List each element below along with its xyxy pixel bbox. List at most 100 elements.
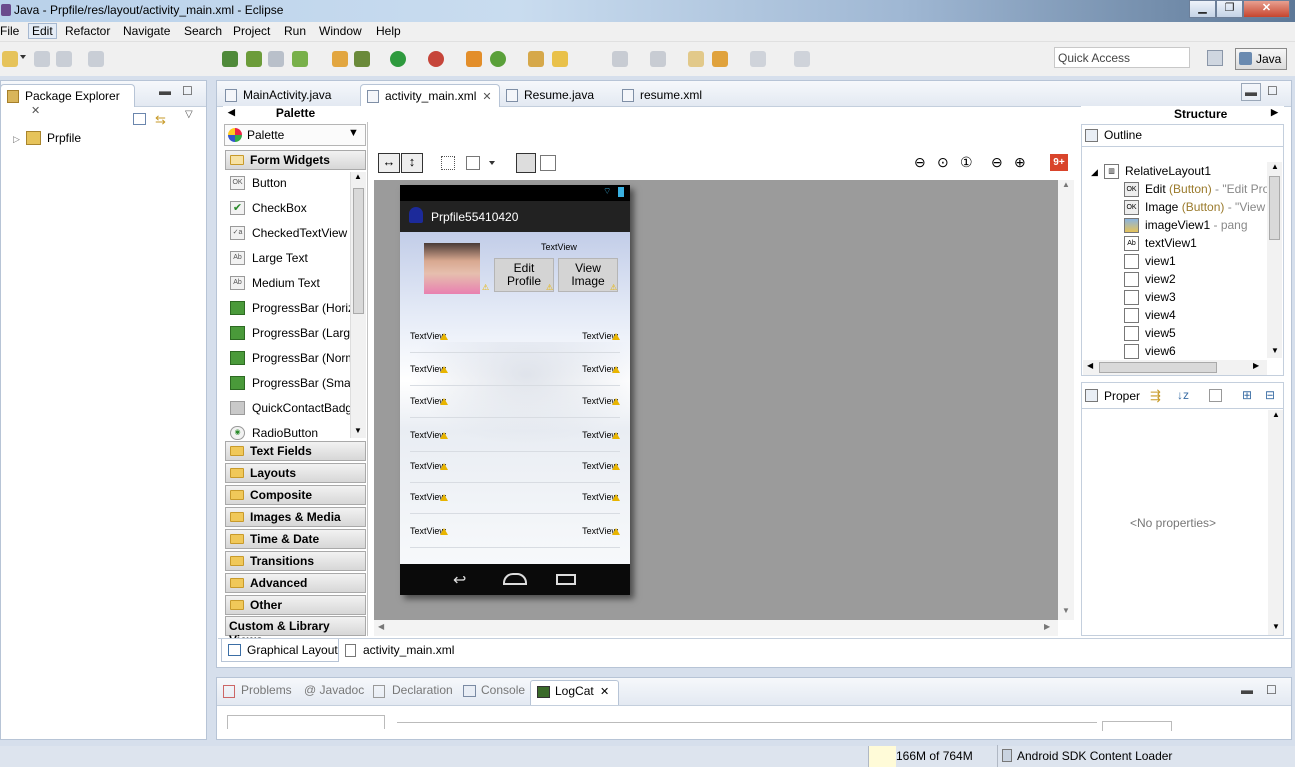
toggle-gravity-icon[interactable] bbox=[516, 153, 536, 173]
minimize-button[interactable]: ▁ bbox=[1189, 0, 1216, 18]
home-nav-icon[interactable] bbox=[503, 573, 527, 585]
scroll-right-icon[interactable]: ▶ bbox=[1044, 622, 1050, 631]
run-icon[interactable] bbox=[390, 51, 406, 67]
outline-scroll-thumb[interactable] bbox=[1269, 176, 1280, 240]
back-icon[interactable] bbox=[712, 51, 728, 67]
menu-refactor[interactable]: Refactor bbox=[65, 24, 110, 38]
save-all-icon[interactable] bbox=[56, 51, 72, 67]
outline-hscroll-thumb[interactable] bbox=[1099, 362, 1217, 373]
tab-resume-xml[interactable]: resume.xml bbox=[616, 84, 726, 107]
collapse-structure-icon[interactable]: ▶ bbox=[1271, 107, 1278, 118]
scroll-up-icon[interactable]: ▲ bbox=[1062, 180, 1070, 189]
menu-file[interactable]: File bbox=[0, 24, 19, 38]
menu-window[interactable]: Window bbox=[319, 24, 362, 38]
heap-status[interactable]: 166M of 764M bbox=[896, 749, 973, 763]
recents-nav-icon[interactable] bbox=[556, 574, 576, 585]
category-advanced[interactable]: Advanced bbox=[225, 573, 366, 593]
tab-logcat[interactable]: LogCat ✕ bbox=[530, 680, 619, 705]
menu-edit[interactable]: Edit bbox=[28, 23, 57, 39]
pin-editor-icon[interactable] bbox=[794, 51, 810, 67]
tab-xml-source[interactable]: activity_main.xml bbox=[341, 639, 459, 662]
fit-height-icon[interactable]: ↕ bbox=[401, 153, 423, 173]
android-sdk-icon[interactable] bbox=[222, 51, 238, 67]
close-tab-icon[interactable]: ✕ bbox=[600, 685, 609, 698]
category-images-media[interactable]: Images & Media bbox=[225, 507, 366, 527]
collapse-arrow-icon[interactable]: ◢ bbox=[1091, 167, 1098, 178]
tab-activity-main-xml[interactable]: activity_main.xml ✕ bbox=[360, 84, 500, 107]
open-perspective-icon[interactable] bbox=[1207, 50, 1223, 66]
tab-graphical-layout[interactable]: Graphical Layout bbox=[221, 639, 339, 662]
advanced-properties-icon[interactable]: ⇶ bbox=[1150, 388, 1161, 404]
next-annotation-icon[interactable] bbox=[612, 51, 628, 67]
expand-arrow-icon[interactable]: ▷ bbox=[13, 134, 20, 145]
category-custom-library[interactable]: Custom & Library Views bbox=[225, 616, 366, 647]
fit-width-icon[interactable]: ↔ bbox=[378, 153, 400, 173]
zoom-100-icon[interactable]: ① bbox=[960, 154, 973, 171]
maximize-editor-icon[interactable]: ☐ bbox=[1267, 84, 1278, 98]
close-tab-icon[interactable]: ✕ bbox=[482, 90, 491, 103]
category-composite[interactable]: Composite bbox=[225, 485, 366, 505]
category-time-date[interactable]: Time & Date bbox=[225, 529, 366, 549]
layout-options-icon[interactable] bbox=[466, 156, 480, 170]
tab-mainactivity-java[interactable]: MainActivity.java bbox=[219, 84, 359, 107]
collapse-palette-icon[interactable]: ◀ bbox=[228, 107, 235, 118]
scroll-down-icon[interactable]: ▼ bbox=[354, 426, 362, 435]
new-package-icon[interactable] bbox=[490, 51, 506, 67]
category-transitions[interactable]: Transitions bbox=[225, 551, 366, 571]
expand-all-icon[interactable]: ⊞ bbox=[1242, 388, 1252, 402]
scroll-down-icon[interactable]: ▼ bbox=[1271, 346, 1279, 355]
scroll-up-icon[interactable]: ▲ bbox=[1271, 162, 1279, 171]
canvas-vscrollbar[interactable]: ▲ ▼ bbox=[1058, 180, 1074, 620]
canvas-hscrollbar[interactable]: ◀ ▶ bbox=[374, 620, 1058, 636]
logcat-filter-list[interactable] bbox=[227, 715, 385, 729]
category-text-fields[interactable]: Text Fields bbox=[225, 441, 366, 461]
view-image-button[interactable]: View Image bbox=[558, 258, 618, 292]
quick-access-input[interactable]: Quick Access bbox=[1054, 47, 1190, 68]
prev-annotation-icon[interactable] bbox=[650, 51, 666, 67]
forward-icon[interactable] bbox=[750, 51, 766, 67]
edit-profile-button[interactable]: Edit Profile bbox=[494, 258, 554, 292]
stretch-icon[interactable] bbox=[540, 155, 556, 171]
back-nav-icon[interactable]: ↩ bbox=[453, 570, 466, 590]
scroll-right-icon[interactable]: ▶ bbox=[1253, 361, 1259, 370]
outline-vscrollbar[interactable]: ▲ ▼ bbox=[1267, 162, 1282, 358]
filter-icon[interactable] bbox=[1209, 389, 1222, 402]
layout-options-arrow-icon[interactable] bbox=[489, 161, 495, 165]
logcat-level-select[interactable] bbox=[1102, 721, 1172, 731]
logcat-search-field[interactable] bbox=[397, 722, 1097, 724]
menu-search[interactable]: Search bbox=[184, 24, 222, 38]
tab-problems[interactable]: Problems bbox=[241, 683, 292, 697]
category-form-widgets[interactable]: Form Widgets bbox=[225, 150, 366, 170]
java-perspective-button[interactable]: Java bbox=[1235, 48, 1287, 70]
view-menu-icon[interactable]: ▽ bbox=[185, 109, 193, 120]
menu-help[interactable]: Help bbox=[376, 24, 401, 38]
tab-javadoc[interactable]: @ Javadoc bbox=[304, 683, 364, 697]
menu-navigate[interactable]: Navigate bbox=[123, 24, 170, 38]
minimize-bottom-icon[interactable]: ▬ bbox=[1241, 683, 1253, 697]
minimize-editor-icon[interactable]: ▬ bbox=[1241, 83, 1261, 101]
scroll-left-icon[interactable]: ◀ bbox=[378, 622, 384, 631]
category-other[interactable]: Other bbox=[225, 595, 366, 615]
tab-resume-java[interactable]: Resume.java bbox=[500, 84, 610, 107]
category-layouts[interactable]: Layouts bbox=[225, 463, 366, 483]
avd-manager-icon[interactable] bbox=[246, 51, 262, 67]
new-icon[interactable] bbox=[2, 51, 18, 67]
palette-dropdown[interactable]: Palette ▼ bbox=[224, 124, 366, 146]
check-icon[interactable] bbox=[292, 51, 308, 67]
scroll-left-icon[interactable]: ◀ bbox=[1087, 361, 1093, 370]
scroll-up-icon[interactable]: ▲ bbox=[354, 172, 362, 181]
profile-image[interactable] bbox=[424, 243, 480, 294]
new-dropdown-icon[interactable] bbox=[20, 55, 26, 59]
scroll-down-icon[interactable]: ▼ bbox=[1272, 622, 1280, 631]
search-tool-icon[interactable] bbox=[552, 51, 568, 67]
scroll-up-icon[interactable]: ▲ bbox=[1272, 410, 1280, 419]
link-editor-icon[interactable]: ⇆ bbox=[155, 112, 166, 128]
close-button[interactable]: ✕ bbox=[1243, 0, 1290, 18]
project-item[interactable]: Prpfile bbox=[47, 131, 81, 145]
maximize-button[interactable]: ❐ bbox=[1216, 0, 1243, 18]
debug-icon[interactable] bbox=[354, 51, 370, 67]
maximize-view-icon[interactable]: ☐ bbox=[182, 84, 193, 98]
menu-run[interactable]: Run bbox=[284, 24, 306, 38]
properties-scrollbar[interactable]: ▲ ▼ bbox=[1268, 410, 1283, 635]
zoom-emulate-icon[interactable]: ⊖ bbox=[914, 154, 926, 171]
